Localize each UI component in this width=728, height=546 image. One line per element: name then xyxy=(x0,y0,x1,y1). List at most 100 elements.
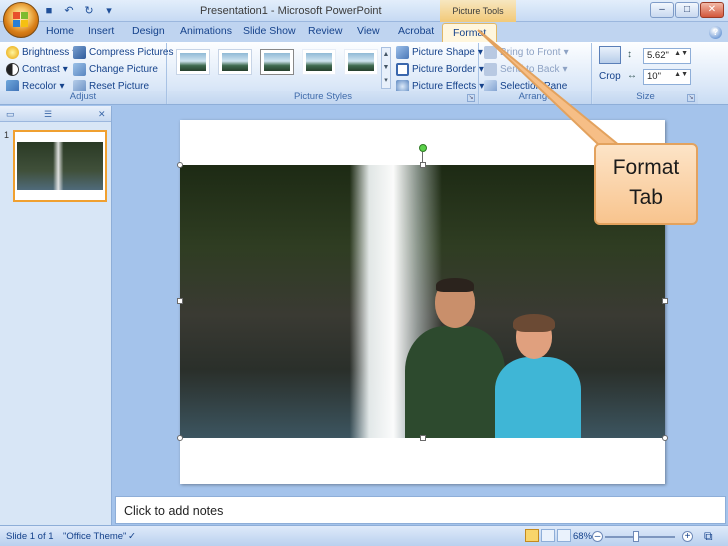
height-icon: ↕ xyxy=(627,49,632,60)
brightness-icon xyxy=(6,46,19,59)
change-picture-icon xyxy=(73,63,86,76)
resize-handle-tl[interactable] xyxy=(177,162,183,168)
size-group-label: Size xyxy=(593,91,698,104)
resize-handle-l[interactable] xyxy=(177,298,183,304)
close-panel-icon[interactable]: ✕ xyxy=(98,109,106,120)
waterfall-photo[interactable] xyxy=(180,165,665,438)
normal-view-button[interactable] xyxy=(525,529,539,542)
resize-handle-b[interactable] xyxy=(420,435,426,441)
slide-count: Slide 1 of 1 xyxy=(6,531,54,542)
spinner-icon[interactable]: ▲▼ xyxy=(674,50,688,57)
width-value: 10" xyxy=(647,71,661,82)
tab-review[interactable]: Review xyxy=(308,25,342,37)
picture-shape-icon xyxy=(396,46,409,59)
slide-thumbnail[interactable] xyxy=(13,130,107,202)
slide-number: 1 xyxy=(4,130,10,140)
undo-icon[interactable]: ↶ xyxy=(62,4,76,18)
picture-shape-button[interactable]: Picture Shape ▾ xyxy=(396,46,483,59)
callout-line-1: Format xyxy=(612,156,680,179)
width-field[interactable]: 10" ▲▼ xyxy=(643,69,691,85)
size-group: Crop ↕ 5.62" ▲▼ ↔ 10" ▲▼ Size ↘ xyxy=(593,43,698,104)
zoom-slider[interactable] xyxy=(605,536,675,538)
help-icon[interactable]: ? xyxy=(709,26,722,39)
picture-styles-group-label: Picture Styles xyxy=(168,91,478,104)
picture-border-button[interactable]: Picture Border ▾ xyxy=(396,63,484,76)
chevron-down-icon: ▾ xyxy=(562,64,568,75)
minimize-button[interactable]: – xyxy=(650,2,674,18)
tab-format[interactable]: Format xyxy=(442,23,498,42)
send-to-back-label: Send to Back xyxy=(500,64,560,75)
resize-handle-r[interactable] xyxy=(662,298,668,304)
contrast-label: Contrast xyxy=(22,64,60,75)
arrange-group-label: Arrange xyxy=(480,91,591,104)
slide-sorter-button[interactable] xyxy=(541,529,555,542)
crop-button[interactable]: Crop xyxy=(599,71,621,82)
change-picture-button[interactable]: Change Picture xyxy=(73,63,158,76)
zoom-level[interactable]: 68% xyxy=(573,531,592,542)
tab-acrobat[interactable]: Acrobat xyxy=(398,25,434,37)
quick-access-toolbar: ■ ↶ ↻ ▾ xyxy=(42,4,116,18)
customize-qat-icon[interactable]: ▾ xyxy=(102,4,116,18)
picture-style-4[interactable] xyxy=(302,49,336,75)
person-left xyxy=(405,278,505,438)
tab-design[interactable]: Design xyxy=(132,25,165,37)
zoom-in-button[interactable]: + xyxy=(682,531,693,542)
picture-style-1[interactable] xyxy=(176,49,210,75)
chevron-down-icon: ▾ xyxy=(563,47,569,58)
bring-to-front-button[interactable]: Bring to Front ▾ xyxy=(484,46,569,59)
tab-view[interactable]: View xyxy=(357,25,380,37)
office-logo-icon xyxy=(13,12,29,28)
bring-to-front-label: Bring to Front xyxy=(500,47,561,58)
resize-handle-bl[interactable] xyxy=(177,435,183,441)
zoom-out-button[interactable]: – xyxy=(592,531,603,542)
slides-panel: ▭ ☰ ✕ 1 xyxy=(0,106,112,525)
width-icon: ↔ xyxy=(627,70,637,81)
tab-insert[interactable]: Insert xyxy=(88,25,114,37)
zoom-slider-thumb[interactable] xyxy=(633,531,639,542)
tab-home[interactable]: Home xyxy=(46,25,74,37)
tab-slide-show[interactable]: Slide Show xyxy=(243,25,296,37)
save-icon[interactable]: ■ xyxy=(42,4,56,18)
send-to-back-button[interactable]: Send to Back ▾ xyxy=(484,63,568,76)
bring-to-front-icon xyxy=(484,46,497,59)
slide-show-button[interactable] xyxy=(557,529,571,542)
picture-shape-label: Picture Shape xyxy=(412,47,475,58)
outline-tab-icon[interactable]: ☰ xyxy=(44,109,52,120)
brightness-button[interactable]: Brightness▾ xyxy=(6,46,77,59)
maximize-button[interactable]: □ xyxy=(675,2,699,18)
compress-icon xyxy=(73,46,86,59)
arrange-group: Bring to Front ▾ Send to Back ▾ Selection … xyxy=(480,43,592,104)
gallery-scroll[interactable]: ▲ ▼ ▾ xyxy=(381,47,391,89)
adjust-group-label: Adjust xyxy=(0,91,166,104)
callout-line-2: Tab xyxy=(629,186,663,209)
slides-tab-icon[interactable]: ▭ xyxy=(6,109,15,120)
ribbon-tabs: Home Insert Design Animations Slide Show… xyxy=(0,22,728,42)
resize-handle-br[interactable] xyxy=(662,435,668,441)
tab-animations[interactable]: Animations xyxy=(180,25,232,37)
picture-styles-launcher[interactable]: ↘ xyxy=(467,94,475,102)
fit-to-window-icon[interactable]: ⧉ xyxy=(704,529,713,544)
spinner-icon[interactable]: ▲▼ xyxy=(674,71,688,78)
notes-pane[interactable]: Click to add notes xyxy=(115,496,726,524)
office-button[interactable] xyxy=(3,2,39,38)
view-buttons xyxy=(525,529,571,542)
spelling-icon[interactable]: ✓ xyxy=(128,531,136,542)
picture-style-2[interactable] xyxy=(218,49,252,75)
picture-style-3[interactable] xyxy=(260,49,294,75)
redo-icon[interactable]: ↻ xyxy=(82,4,96,18)
crop-icon xyxy=(599,46,621,64)
ribbon: Brightness▾ Contrast▾ Recolor▾ Compress … xyxy=(0,42,728,105)
height-value: 5.62" xyxy=(647,50,669,61)
adjust-group: Brightness▾ Contrast▾ Recolor▾ Compress … xyxy=(0,43,173,104)
compress-pictures-button[interactable]: Compress Pictures xyxy=(73,46,173,59)
close-button[interactable]: ✕ xyxy=(700,2,724,18)
rotation-handle[interactable] xyxy=(419,144,427,152)
picture-style-5[interactable] xyxy=(344,49,378,75)
size-launcher[interactable]: ↘ xyxy=(687,94,695,102)
height-field[interactable]: 5.62" ▲▼ xyxy=(643,48,691,64)
contrast-button[interactable]: Contrast ▾ xyxy=(6,63,68,76)
resize-handle-t[interactable] xyxy=(420,162,426,168)
person-right xyxy=(495,314,581,438)
compress-label: Compress Pictures xyxy=(89,47,174,58)
picture-border-icon xyxy=(396,63,409,76)
